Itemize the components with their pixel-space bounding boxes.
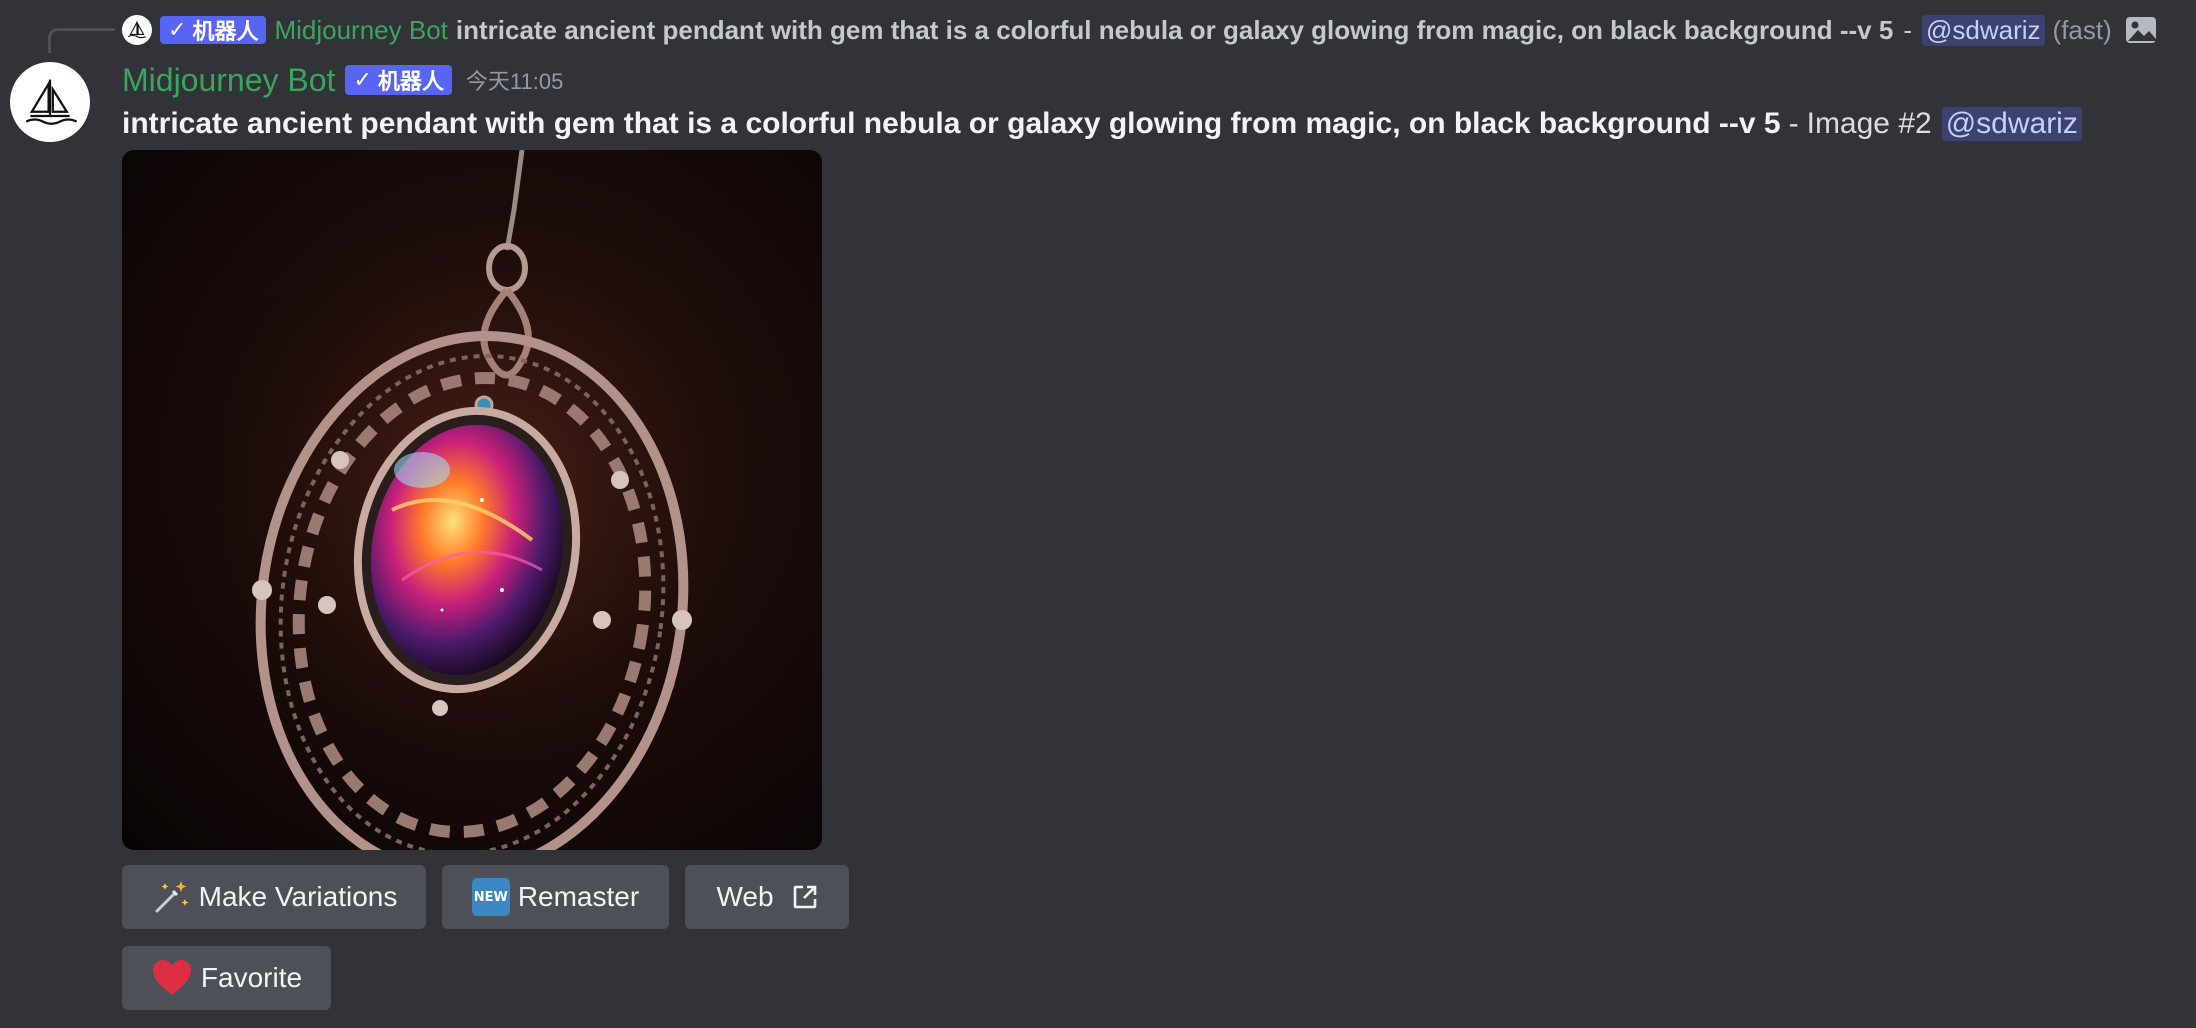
sailboat-icon bbox=[127, 21, 147, 39]
image-label: Image #2 bbox=[1806, 107, 1932, 140]
bot-badge: ✓ 机器人 bbox=[160, 16, 267, 44]
message-content: intricate ancient pendant with gem that … bbox=[122, 102, 2082, 146]
reply-connector bbox=[48, 28, 115, 53]
magic-wand-icon bbox=[151, 877, 191, 917]
make-variations-label: Make Variations bbox=[198, 881, 398, 912]
check-icon: ✓ bbox=[353, 67, 372, 92]
prompt-text: intricate ancient pendant with gem that … bbox=[122, 107, 1781, 140]
image-icon bbox=[2124, 13, 2158, 47]
make-variations-button[interactable]: Make Variations bbox=[122, 865, 426, 929]
sailboat-icon bbox=[25, 79, 78, 125]
reply-author[interactable]: Midjourney Bot bbox=[274, 15, 447, 46]
timestamp[interactable]: 今天11:05 bbox=[466, 64, 563, 96]
message-header: Midjourney Bot ✓ 机器人 今天11:05 bbox=[122, 58, 563, 102]
bot-badge-label: 机器人 bbox=[192, 19, 259, 44]
favorite-button[interactable]: Favorite bbox=[122, 946, 331, 1010]
generated-image[interactable] bbox=[122, 150, 822, 850]
web-button[interactable]: Web bbox=[685, 865, 849, 929]
favorite-label: Favorite bbox=[200, 962, 303, 993]
bot-badge: ✓ 机器人 bbox=[345, 65, 452, 95]
reply-mention[interactable]: @sdwariz bbox=[1922, 14, 2045, 46]
reply-avatar[interactable] bbox=[122, 15, 152, 45]
reply-speed: (fast) bbox=[2052, 14, 2112, 45]
user-mention[interactable]: @sdwariz bbox=[1941, 107, 2082, 141]
new-badge-icon: NEW bbox=[471, 878, 510, 916]
avatar[interactable] bbox=[10, 62, 90, 142]
reply-text[interactable]: intricate ancient pendant with gem that … bbox=[456, 15, 1893, 46]
remaster-button[interactable]: NEW Remaster bbox=[442, 865, 669, 929]
pendant-image bbox=[152, 150, 792, 850]
heart-icon bbox=[151, 959, 193, 997]
remaster-label: Remaster bbox=[517, 881, 640, 912]
external-link-icon bbox=[792, 884, 818, 910]
new-badge: NEW bbox=[471, 878, 510, 916]
check-icon: ✓ bbox=[168, 17, 187, 42]
reply-preview[interactable]: ✓ 机器人 Midjourney Bot intricate ancient pe… bbox=[122, 10, 2186, 50]
reply-separator: - bbox=[1903, 14, 1912, 45]
author-name[interactable]: Midjourney Bot bbox=[122, 62, 335, 99]
web-label: Web bbox=[716, 881, 774, 912]
content-separator: - bbox=[1788, 107, 1799, 140]
bot-badge-label: 机器人 bbox=[377, 69, 444, 94]
